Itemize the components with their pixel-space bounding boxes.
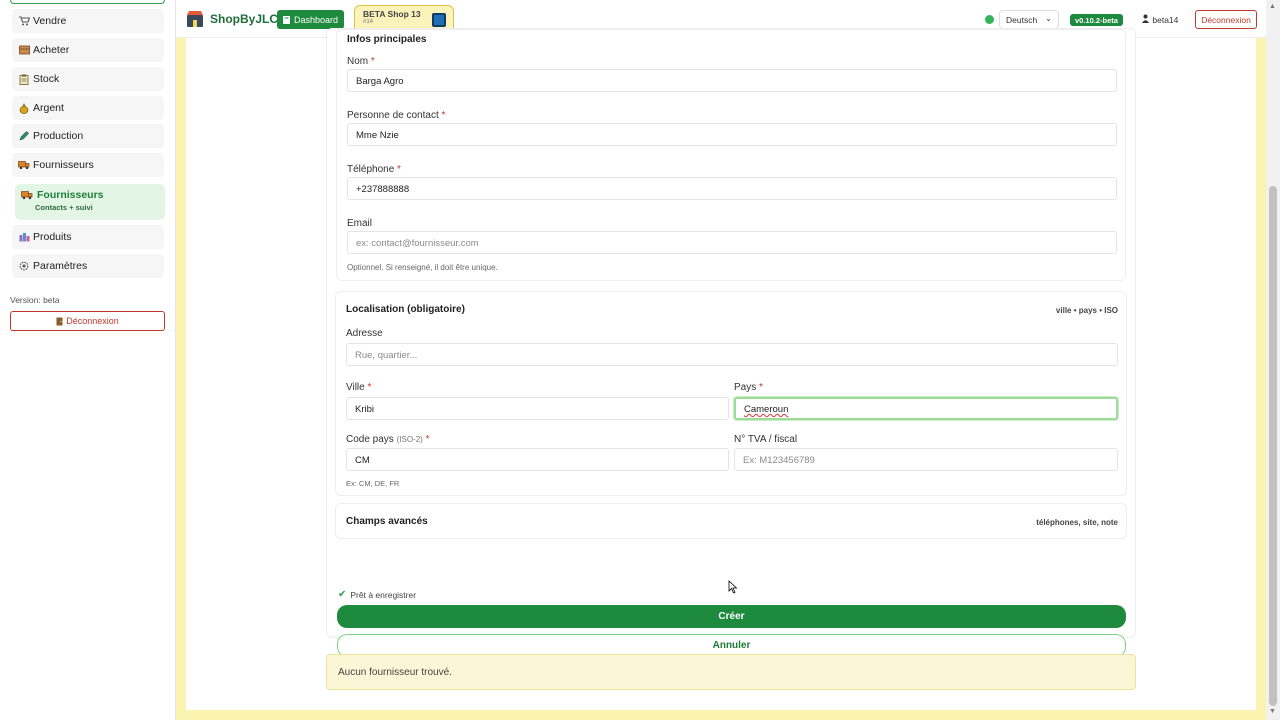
checkmark-icon: ✔	[338, 589, 347, 600]
address-field[interactable]: Rue, quartier...	[346, 343, 1118, 366]
empty-state-message: Aucun fournisseur trouvé.	[326, 654, 1136, 690]
sidebar-item-label: Production	[33, 130, 84, 142]
truck-icon	[18, 160, 30, 170]
box-icon	[18, 45, 30, 55]
country-code-hint: Ex: CM, DE, FR	[346, 479, 400, 488]
email-field[interactable]: ex: contact@fournisseur.com	[347, 231, 1117, 254]
sidebar-item-fournisseurs-active[interactable]: Fournisseurs Contacts + suivi	[15, 184, 165, 220]
location-note: ville • pays • ISO	[1055, 306, 1118, 315]
brand[interactable]: ShopByJLC	[186, 10, 278, 28]
sidebar-item-label: Produits	[33, 231, 72, 243]
language-value: Deutsch	[1006, 15, 1038, 25]
version-text: Version: beta	[10, 295, 60, 305]
door-icon	[56, 317, 63, 326]
sidebar-active-label: Fournisseurs	[37, 189, 104, 201]
sidebar-item-label: Argent	[33, 102, 64, 114]
address-label: Adresse	[346, 328, 383, 339]
sidebar-item-produits[interactable]: Produits	[12, 225, 164, 249]
money-bag-icon	[18, 102, 30, 114]
tax-label: N° TVA / fiscal	[734, 434, 798, 445]
sidebar-item-label: Acheter	[33, 44, 70, 56]
main-area: Infos principales Nom * Barga Agro Perso…	[176, 28, 1266, 720]
status-indicator	[985, 15, 994, 24]
sidebar-item-stock[interactable]: Stock	[12, 67, 164, 91]
dashboard-label: Dashboard	[294, 14, 339, 25]
shop-logo-icon	[186, 10, 204, 28]
advanced-fields-toggle[interactable]: Champs avancés téléphones, site, note	[335, 503, 1127, 539]
page-scrollbar[interactable]: ▲ ▼	[1266, 0, 1280, 720]
sidebar-item-label: Vendre	[33, 15, 67, 27]
products-icon	[18, 232, 30, 242]
sidebar-top-button[interactable]	[10, 0, 165, 4]
tax-field[interactable]: Ex: M123456789	[734, 448, 1118, 471]
email-hint: Optionnel. Si renseigné, il doit être un…	[347, 263, 498, 272]
pencil-icon	[18, 131, 30, 141]
country-code-field[interactable]: CM	[346, 448, 729, 471]
topbar-logout-button[interactable]: Déconnexion	[1195, 10, 1257, 29]
city-field[interactable]: Kribi	[346, 397, 729, 420]
section-title-advanced: Champs avancés	[346, 516, 428, 527]
sidebar-item-acheter[interactable]: Acheter	[12, 38, 164, 62]
contact-field[interactable]: Mme Nzie	[347, 123, 1117, 146]
name-label: Nom *	[347, 56, 375, 67]
chevron-down-icon: ⌄	[1045, 14, 1052, 23]
sidebar-item-vendre[interactable]: Vendre	[12, 9, 164, 33]
user-name: beta14	[1152, 15, 1179, 25]
language-select[interactable]: Deutsch ⌄	[999, 10, 1059, 29]
scroll-down-icon[interactable]: ▼	[1269, 708, 1276, 715]
country-code-label: Code pays (ISO-2) *	[346, 434, 430, 445]
scroll-up-icon[interactable]: ▲	[1269, 3, 1276, 10]
sidebar-logout-button[interactable]: Déconnexion	[10, 311, 165, 331]
sidebar-active-sublabel: Contacts + suivi	[35, 203, 93, 212]
sidebar: Vendre Acheter Stock Argent Production F…	[0, 0, 176, 720]
country-value: Cameroun	[744, 404, 789, 415]
truck-icon	[21, 190, 33, 200]
sidebar-item-production[interactable]: Production	[12, 124, 164, 148]
sidebar-item-fournisseurs[interactable]: Fournisseurs	[12, 153, 164, 177]
section-title-location: Localisation (obligatoire)	[346, 304, 465, 315]
sidebar-item-argent[interactable]: Argent	[12, 96, 164, 120]
location-section: Localisation (obligatoire) ville • pays …	[335, 291, 1127, 496]
clipboard-icon	[18, 74, 30, 85]
contact-label: Personne de contact *	[347, 110, 446, 121]
phone-field[interactable]: +237888888	[347, 177, 1117, 200]
dashboard-icon	[283, 15, 290, 24]
country-label: Pays *	[734, 382, 763, 393]
create-button[interactable]: Créer	[337, 605, 1126, 628]
sidebar-item-label: Paramètres	[33, 260, 88, 272]
mouse-cursor-icon	[728, 580, 738, 594]
advanced-note: téléphones, site, note	[1036, 518, 1118, 527]
ready-text: Prêt à enregistrer	[350, 589, 417, 600]
main-info-section: Infos principales Nom * Barga Agro Perso…	[336, 29, 1126, 281]
scrollbar-thumb[interactable]	[1269, 186, 1277, 706]
country-field[interactable]: Cameroun	[734, 397, 1118, 420]
sidebar-item-label: Fournisseurs	[33, 159, 94, 171]
phone-label: Téléphone *	[347, 164, 401, 175]
brand-name: ShopByJLC	[210, 12, 279, 26]
supplier-form: Infos principales Nom * Barga Agro Perso…	[326, 28, 1136, 657]
name-field[interactable]: Barga Agro	[347, 69, 1117, 92]
user-icon	[1142, 14, 1150, 25]
cart-icon	[18, 16, 30, 26]
section-title-main: Infos principales	[347, 34, 427, 45]
version-badge: v0.10.2-beta	[1070, 14, 1123, 26]
city-label: Ville *	[346, 382, 372, 393]
sidebar-logout-label: Déconnexion	[66, 316, 119, 326]
content-panel: Infos principales Nom * Barga Agro Perso…	[186, 28, 1256, 710]
sidebar-item-label: Stock	[33, 73, 60, 85]
dashboard-button[interactable]: Dashboard	[277, 10, 345, 29]
email-label: Email	[347, 218, 373, 229]
user-menu[interactable]: beta14	[1142, 14, 1178, 25]
ready-status: ✔ Prêt à enregistrer	[338, 589, 416, 600]
sidebar-item-parametres[interactable]: Paramètres	[12, 254, 164, 278]
shop-switch-icon	[432, 13, 446, 27]
gear-icon	[18, 261, 30, 271]
